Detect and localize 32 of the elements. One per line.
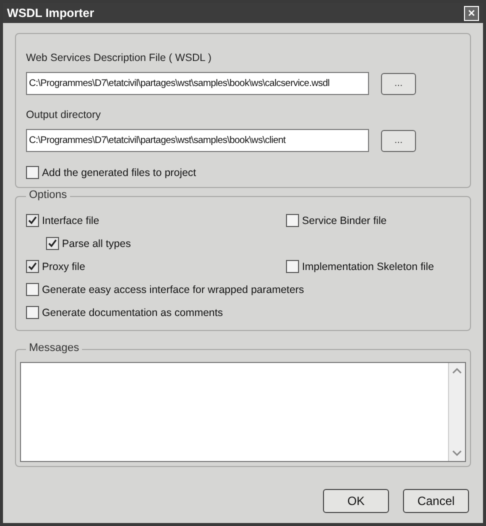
checkbox-label[interactable]: Parse all types [62,238,131,250]
checkbox-label[interactable]: Implementation Skeleton file [302,260,434,272]
close-button[interactable]: × [464,6,479,20]
checkbox-label[interactable]: Proxy file [42,260,86,272]
check-icon [27,261,38,272]
checkbox[interactable] [46,237,59,250]
dialog-button[interactable]: Cancel [403,489,469,513]
checkbox[interactable] [26,283,39,296]
path-field[interactable]: C:\Programmes\D7\etatcivil\partages\wst\samples\book\ws\calcservice.wsdl [26,72,369,95]
field-label: Output directory [26,109,102,121]
checkbox-label[interactable]: Add the generated files to project [42,166,196,178]
scrollbar[interactable] [448,363,465,461]
group-title: Options [26,189,70,201]
browse-button[interactable]: ... [381,72,416,94]
checkbox-label[interactable]: Interface file [42,214,100,226]
checkbox-label[interactable]: Service Binder file [302,214,387,226]
checkbox[interactable] [26,214,39,227]
check-icon [27,215,38,226]
checkbox[interactable] [26,166,39,179]
window-title: WSDL Importer [7,6,94,20]
dialog-button[interactable]: OK [323,489,389,513]
group-title: Messages [26,342,82,354]
browse-button[interactable]: ... [381,130,416,152]
checkbox[interactable] [26,260,39,273]
path-field[interactable]: C:\Programmes\D7\etatcivil\partages\wst\samples\book\ws\client [26,129,369,152]
checkbox[interactable] [286,214,299,227]
checkbox[interactable] [26,306,39,319]
checkbox[interactable] [286,260,299,273]
checkbox-label[interactable]: Generate documentation as comments [42,306,223,318]
check-icon [47,238,58,249]
checkbox-label[interactable]: Generate easy access interface for wrapped parameters [42,284,304,296]
field-label: Web Services Description File ( WSDL ) [26,52,213,64]
